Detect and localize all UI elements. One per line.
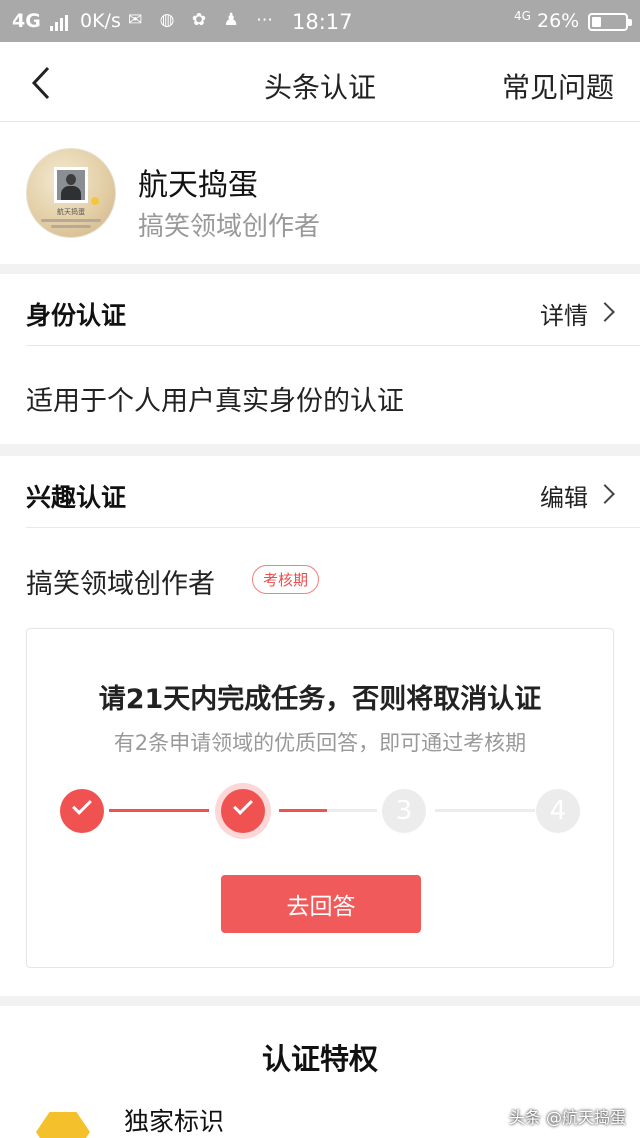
network-type: 4G (12, 10, 41, 32)
notification-icons: ✉ ◍ ✿ ♟ ⋯ (128, 10, 280, 30)
task-box: 请21天内完成任务，否则将取消认证 有2条申请领域的优质回答，即可通过考核期 3… (26, 628, 614, 968)
interest-header: 兴趣认证 (26, 483, 127, 512)
progress-line-todo (435, 809, 535, 812)
review-period-badge: 考核期 (252, 565, 320, 594)
identity-description: 适用于个人用户真实身份的认证 (26, 386, 404, 417)
privilege-item: 独家标识 (124, 1107, 225, 1136)
go-answer-button[interactable]: 去回答 (221, 875, 421, 933)
progress-line-partial (279, 809, 327, 812)
step-1-done (60, 789, 104, 833)
step-2-done (221, 789, 265, 833)
network-type-small: 4G (514, 9, 531, 23)
avatar-text-line (41, 219, 101, 222)
battery-icon (588, 13, 632, 31)
avatar-photo (54, 167, 88, 203)
status-bar: 4G 0K/s ✉ ◍ ✿ ♟ ⋯ 18:17 4G 26% (0, 0, 640, 42)
step-3: 3 (382, 789, 426, 833)
avatar[interactable]: 航天捣蛋 (26, 148, 116, 238)
progress-line-done (109, 809, 209, 812)
task-title: 请21天内完成任务，否则将取消认证 (98, 684, 542, 715)
battery-percent: 26% (537, 10, 580, 32)
task-subtitle: 有2条申请领域的优质回答，即可通过考核期 (113, 731, 527, 755)
check-icon (233, 795, 253, 815)
nav-bar: 头条认证 常见问题 (0, 42, 640, 122)
privileges-title: 认证特权 (261, 1042, 378, 1076)
profile-name: 航天捣蛋 (138, 168, 258, 203)
faq-link[interactable]: 常见问题 (502, 66, 614, 106)
progress-line-todo (327, 809, 377, 812)
avatar-caption: 航天捣蛋 (57, 208, 85, 216)
verified-dot-icon (91, 197, 99, 205)
clock: 18:17 (292, 10, 353, 34)
profile-subtitle: 搞笑领域创作者 (138, 212, 321, 242)
network-speed: 0K/s (80, 10, 121, 32)
interest-edit-link[interactable]: 编辑 (540, 478, 588, 513)
chevron-right-icon[interactable] (595, 302, 615, 322)
watermark: 头条 @航天捣蛋 (508, 1108, 626, 1127)
identity-header: 身份认证 (26, 301, 127, 330)
identity-details-link[interactable]: 详情 (540, 296, 588, 331)
identity-section: 身份认证 详情 适用于个人用户真实身份的认证 (0, 274, 640, 444)
interest-field: 搞笑领域创作者 (26, 569, 215, 600)
signal-icon (50, 14, 68, 31)
divider (26, 345, 640, 346)
step-4: 4 (536, 789, 580, 833)
avatar-text-line (51, 225, 91, 228)
profile-card: 航天捣蛋 航天捣蛋 搞笑领域创作者 (0, 122, 640, 264)
divider (26, 527, 640, 528)
check-icon (72, 795, 92, 815)
chevron-right-icon[interactable] (595, 484, 615, 504)
